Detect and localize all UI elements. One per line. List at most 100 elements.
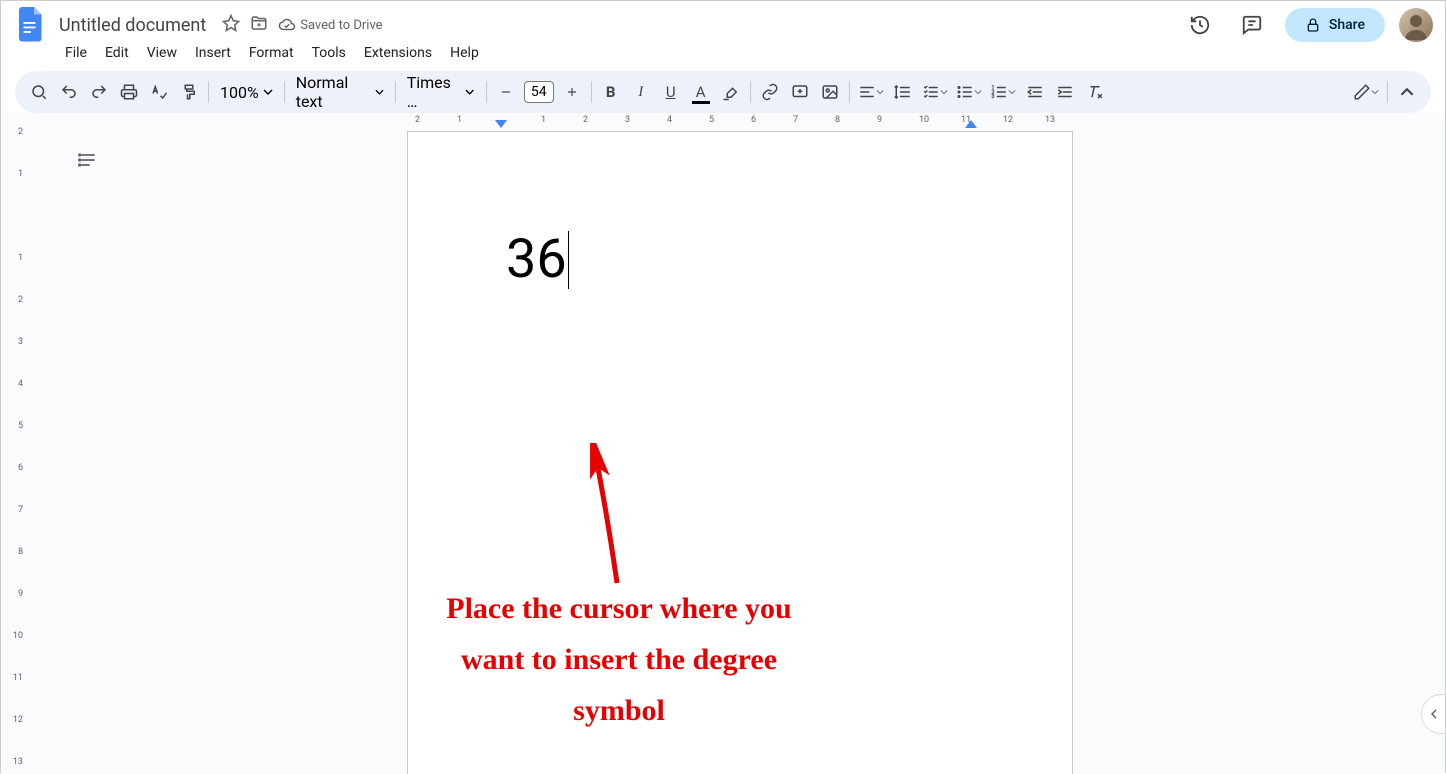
- docs-logo[interactable]: [13, 7, 49, 43]
- undo-button[interactable]: [55, 78, 83, 106]
- ruler-tick: 2: [9, 295, 23, 305]
- ruler-tick: 9: [877, 115, 882, 125]
- comment-icon[interactable]: [1233, 6, 1271, 44]
- paint-format-button[interactable]: [175, 78, 203, 106]
- chevron-down-icon: [974, 88, 982, 96]
- redo-button[interactable]: [85, 78, 113, 106]
- ruler-tick: 8: [835, 115, 840, 125]
- separator: [750, 81, 751, 103]
- move-icon[interactable]: [250, 14, 268, 36]
- separator: [486, 81, 487, 103]
- text-color-button[interactable]: A: [687, 78, 715, 106]
- style-value: Normal text: [296, 73, 371, 111]
- underline-button[interactable]: U: [657, 78, 685, 106]
- horizontal-ruler[interactable]: 2 1 1 2 3 4 5 6 7 8 9 10 11 12 13: [399, 113, 1079, 131]
- menu-bar: File Edit View Insert Format Tools Exten…: [1, 41, 1445, 71]
- ruler-tick: 6: [9, 463, 23, 473]
- separator: [849, 81, 850, 103]
- save-status[interactable]: Saved to Drive: [278, 16, 382, 34]
- menu-format[interactable]: Format: [241, 41, 302, 65]
- menu-file[interactable]: File: [57, 41, 95, 65]
- ruler-tick: 5: [709, 115, 714, 125]
- menu-help[interactable]: Help: [442, 41, 487, 65]
- canvas-area: 2 1 1 2 3 4 5 6 7 8 9 10 11 12 13 36: [29, 113, 1445, 774]
- increase-indent-button[interactable]: [1051, 78, 1079, 106]
- star-icon[interactable]: [222, 14, 240, 36]
- ruler-tick: 11: [9, 673, 23, 683]
- separator: [208, 81, 209, 103]
- paragraph-style-dropdown[interactable]: Normal text: [290, 73, 390, 111]
- menu-edit[interactable]: Edit: [97, 41, 137, 65]
- menu-view[interactable]: View: [139, 41, 185, 65]
- search-icon[interactable]: [25, 78, 53, 106]
- document-title[interactable]: Untitled document: [53, 13, 212, 38]
- print-button[interactable]: [115, 78, 143, 106]
- ruler-tick: 10: [9, 631, 23, 641]
- annotation-text: Place the cursor where you want to inser…: [429, 583, 809, 736]
- collapse-toolbar-button[interactable]: [1393, 78, 1421, 106]
- zoom-value: 100%: [220, 83, 259, 102]
- toolbar: 100% Normal text Times … B I U A 123: [15, 71, 1431, 113]
- ruler-tick: 6: [751, 115, 756, 125]
- chevron-down-icon: [1371, 88, 1379, 96]
- menu-tools[interactable]: Tools: [304, 41, 354, 65]
- font-value: Times …: [407, 73, 462, 111]
- decrease-font-size-button[interactable]: [492, 78, 520, 106]
- align-button[interactable]: [855, 78, 887, 106]
- cloud-icon: [278, 16, 296, 34]
- decrease-indent-button[interactable]: [1021, 78, 1049, 106]
- vertical-ruler[interactable]: 2 1 1 2 3 4 5 6 7 8 9 10 11 12 13: [1, 113, 29, 774]
- bulleted-list-button[interactable]: [953, 78, 985, 106]
- italic-button[interactable]: I: [627, 78, 655, 106]
- svg-text:3: 3: [991, 94, 994, 100]
- add-comment-button[interactable]: [786, 78, 814, 106]
- increase-font-size-button[interactable]: [558, 78, 586, 106]
- chevron-down-icon: [940, 88, 948, 96]
- document-text-content: 36: [506, 228, 567, 291]
- document-outline-button[interactable]: [73, 145, 103, 175]
- share-button[interactable]: Share: [1285, 8, 1385, 42]
- separator: [395, 81, 396, 103]
- first-line-indent-marker[interactable]: [495, 120, 507, 130]
- font-size-input[interactable]: [524, 81, 554, 103]
- ruler-tick: 4: [9, 379, 23, 389]
- menu-insert[interactable]: Insert: [187, 41, 239, 65]
- separator: [1387, 81, 1388, 103]
- line-spacing-button[interactable]: [889, 78, 917, 106]
- ruler-tick: 5: [9, 421, 23, 431]
- ruler-tick: 13: [9, 757, 23, 767]
- menu-extensions[interactable]: Extensions: [356, 41, 440, 65]
- lock-icon: [1305, 17, 1321, 33]
- highlight-button[interactable]: [717, 78, 745, 106]
- ruler-tick: 2: [9, 127, 23, 137]
- ruler-tick: 7: [9, 505, 23, 515]
- chevron-down-icon: [465, 87, 474, 97]
- editing-mode-button[interactable]: [1350, 78, 1382, 106]
- ruler-tick: 3: [9, 337, 23, 347]
- ruler-tick: 2: [415, 115, 420, 125]
- font-dropdown[interactable]: Times …: [401, 73, 481, 111]
- zoom-dropdown[interactable]: 100%: [214, 83, 279, 102]
- chevron-down-icon: [1008, 88, 1016, 96]
- account-avatar[interactable]: [1399, 8, 1433, 42]
- insert-image-button[interactable]: [816, 78, 844, 106]
- bold-button[interactable]: B: [597, 78, 625, 106]
- insert-link-button[interactable]: [756, 78, 784, 106]
- text-cursor: [568, 231, 570, 289]
- ruler-tick: 1: [457, 115, 462, 125]
- history-icon[interactable]: [1181, 6, 1219, 44]
- clear-formatting-button[interactable]: [1081, 78, 1109, 106]
- spellcheck-button[interactable]: [145, 78, 173, 106]
- checklist-button[interactable]: [919, 78, 951, 106]
- workspace: 2 1 1 2 3 4 5 6 7 8 9 10 11 12 13 2 1 1 …: [1, 113, 1445, 774]
- share-label: Share: [1329, 17, 1365, 33]
- side-panel-toggle[interactable]: [1421, 694, 1445, 734]
- ruler-tick: 1: [541, 115, 546, 125]
- ruler-tick: 1: [9, 169, 23, 179]
- chevron-down-icon: [375, 87, 384, 97]
- right-indent-marker[interactable]: [965, 120, 977, 130]
- document-body[interactable]: 36: [506, 228, 569, 291]
- ruler-tick: 10: [919, 115, 929, 125]
- numbered-list-button[interactable]: 123: [987, 78, 1019, 106]
- ruler-tick: 13: [1045, 115, 1055, 125]
